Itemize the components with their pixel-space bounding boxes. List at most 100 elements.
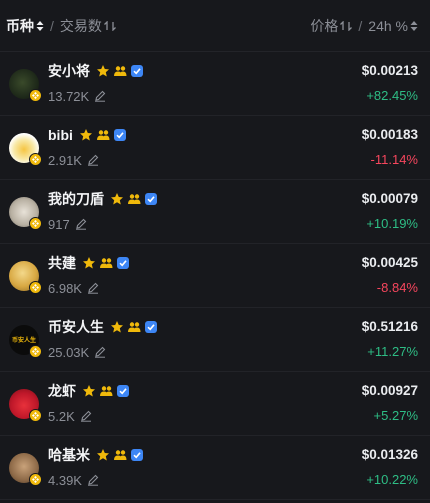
token-avatar-wrap	[9, 260, 42, 294]
token-avatar-wrap	[9, 196, 42, 230]
verified-icon	[117, 257, 129, 269]
token-price-block: $0.00213 +82.45%	[362, 60, 418, 107]
token-price: $0.00927	[361, 383, 418, 398]
bnb-chain-badge-icon	[29, 88, 42, 102]
verified-icon	[131, 449, 143, 461]
token-change: +5.27%	[373, 408, 418, 423]
token-volume: 2.91K	[48, 152, 82, 168]
token-change: +11.27%	[367, 344, 418, 359]
header-left: 币种 / 交易数	[6, 16, 116, 36]
token-info: 币安人生 25.03K	[48, 316, 362, 363]
sort-by-volume[interactable]: 交易数	[60, 16, 116, 36]
token-price-block: $0.00079 +10.19%	[362, 188, 418, 235]
header-divider: /	[358, 17, 363, 34]
token-name: 共建	[48, 255, 76, 271]
token-name: 我的刀盾	[48, 191, 104, 207]
token-info: 共建 6.98K	[48, 252, 362, 299]
token-badges	[82, 384, 130, 398]
token-info: 安小将 13.72K	[48, 60, 362, 107]
star-icon	[97, 449, 109, 461]
star-icon	[83, 385, 95, 397]
token-badges	[110, 320, 158, 334]
sort-by-coin[interactable]: 币种	[6, 16, 44, 36]
token-name: 哈基米	[48, 447, 90, 463]
token-price: $0.00079	[361, 191, 418, 206]
edit-icon[interactable]	[87, 474, 99, 486]
verified-icon	[145, 193, 157, 205]
edit-icon[interactable]	[87, 154, 99, 166]
bnb-chain-badge-icon	[29, 152, 42, 166]
holders-icon	[128, 194, 141, 204]
token-change: +10.19%	[366, 216, 418, 231]
token-volume: 5.2K	[48, 408, 75, 424]
sort-arrows-icon	[36, 20, 44, 31]
token-change: -11.14%	[370, 152, 418, 167]
token-volume: 25.03K	[48, 344, 90, 360]
token-badges	[110, 192, 158, 206]
token-change: -8.84%	[376, 280, 418, 295]
token-avatar-wrap: 币安人生	[9, 324, 42, 358]
edit-icon[interactable]	[75, 218, 87, 230]
star-icon	[97, 65, 109, 77]
token-info: 龙虾 5.2K	[48, 380, 362, 427]
token-change: +82.45%	[366, 88, 418, 103]
header-right: 价格 / 24h %	[310, 16, 418, 36]
sort-by-price[interactable]: 价格	[310, 16, 353, 36]
token-volume: 13.72K	[48, 88, 90, 104]
token-info: 哈基米 4.39K	[48, 444, 362, 491]
token-volume: 6.98K	[48, 280, 82, 296]
token-badges	[96, 64, 144, 78]
token-price-block: $0.51216 +11.27%	[362, 316, 418, 363]
token-row[interactable]: 哈基米 4.39K $0.01326 +10.22%	[0, 436, 430, 500]
token-price: $0.00213	[361, 63, 418, 78]
token-badges	[96, 448, 144, 462]
token-avatar-wrap	[9, 388, 42, 422]
edit-icon[interactable]	[80, 410, 92, 422]
verified-icon	[131, 65, 143, 77]
list-header: 币种 / 交易数 价格 / 24h %	[0, 0, 430, 52]
star-icon	[79, 129, 92, 141]
edit-icon[interactable]	[94, 346, 106, 358]
sort-arrows-icon	[340, 20, 353, 31]
sort-arrows-icon	[410, 20, 418, 31]
token-name: 币安人生	[48, 319, 104, 335]
edit-icon[interactable]	[87, 282, 99, 294]
token-change: +10.22%	[366, 472, 418, 487]
sort-by-change[interactable]: 24h %	[368, 18, 418, 34]
holders-icon	[96, 130, 110, 140]
token-row[interactable]: 共建 6.98K $0.00425 -8.84%	[0, 244, 430, 308]
token-row[interactable]: 我的刀盾 917 $0.00079 +10.19%	[0, 180, 430, 244]
holders-icon	[100, 386, 113, 396]
token-price: $0.00425	[361, 255, 418, 270]
verified-icon	[145, 321, 157, 333]
star-icon	[111, 193, 123, 205]
edit-icon[interactable]	[94, 90, 106, 102]
verified-icon	[117, 385, 129, 397]
bnb-chain-badge-icon	[29, 408, 42, 422]
token-price-block: $0.01326 +10.22%	[362, 444, 418, 491]
token-row[interactable]: 币安人生 币安人生 25.03K $0.51216 +11.27%	[0, 308, 430, 372]
token-price-block: $0.00183 -11.14%	[362, 124, 418, 171]
sort-arrows-icon	[103, 20, 116, 31]
token-name: 安小将	[48, 63, 90, 79]
token-avatar-wrap	[9, 452, 42, 486]
token-row[interactable]: 龙虾 5.2K $0.00927 +5.27%	[0, 372, 430, 436]
bnb-chain-badge-icon	[29, 344, 42, 358]
star-icon	[83, 257, 95, 269]
holders-icon	[128, 322, 141, 332]
bnb-chain-badge-icon	[29, 472, 42, 486]
token-row[interactable]: bibi 2.91K $0.00183 -11.14%	[0, 116, 430, 180]
token-price-block: $0.00425 -8.84%	[362, 252, 418, 299]
avatar-text: 币安人生	[11, 338, 36, 344]
holders-icon	[114, 450, 127, 460]
token-price: $0.01326	[361, 447, 418, 462]
token-name: 龙虾	[48, 383, 76, 399]
token-avatar-wrap	[9, 132, 42, 166]
token-avatar-wrap	[9, 68, 42, 102]
token-row[interactable]: 安小将 13.72K $0.00213 +82.45%	[0, 52, 430, 116]
volume-column-label: 交易数	[59, 17, 102, 34]
token-list: 安小将 13.72K $0.00213 +82.45% bibi 2.91K $…	[0, 52, 430, 500]
token-price: $0.51216	[361, 319, 418, 334]
verified-icon	[113, 129, 126, 141]
token-name: bibi	[48, 127, 73, 143]
